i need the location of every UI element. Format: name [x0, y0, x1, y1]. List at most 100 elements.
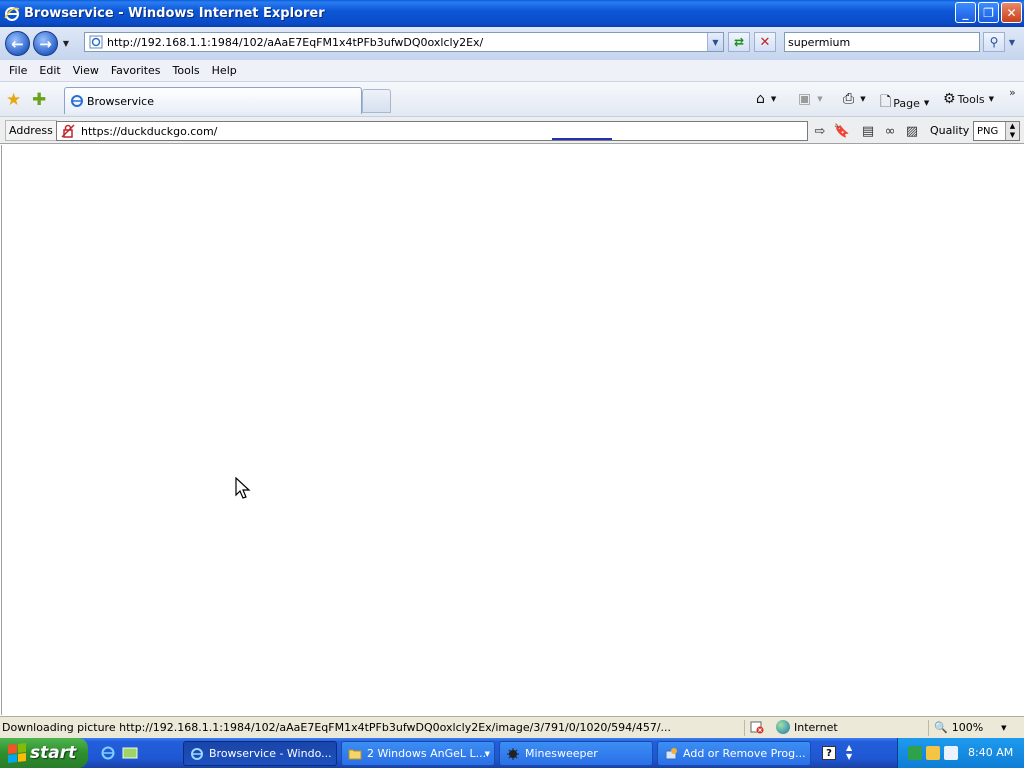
- security-zone[interactable]: Internet: [750, 720, 838, 734]
- forward-button[interactable]: →: [33, 31, 58, 56]
- more-commands-chevron-icon[interactable]: »: [1009, 86, 1016, 99]
- find-button[interactable]: ∞: [881, 122, 899, 140]
- menu-bar: File Edit View Favorites Tools Help: [0, 60, 1024, 82]
- search-input-value[interactable]: supermium: [788, 36, 850, 49]
- tab-ie-icon: [71, 95, 83, 107]
- menu-edit[interactable]: Edit: [33, 64, 66, 77]
- gear-icon: ⚙: [943, 91, 956, 107]
- start-button[interactable]: start: [0, 738, 88, 768]
- title-bar[interactable]: Browservice - Windows Internet Explorer …: [0, 0, 1024, 27]
- new-tab-button[interactable]: [362, 89, 391, 113]
- search-icon: ⚲: [989, 35, 999, 49]
- task-browservice[interactable]: Browservice - Windo...: [183, 741, 337, 766]
- favorites-star-icon[interactable]: ★: [6, 90, 21, 110]
- add-remove-programs-icon: [665, 747, 677, 759]
- task-minesweeper[interactable]: Minesweeper: [499, 741, 653, 766]
- tools-menu-button[interactable]: ⚙ Tools ▼: [943, 91, 994, 107]
- taskbar-clock[interactable]: 8:40 AM: [968, 746, 1013, 759]
- forward-arrow-icon: →: [39, 34, 52, 53]
- minesweeper-mine-icon: [507, 747, 519, 760]
- folder-icon: [348, 749, 362, 759]
- quicklaunch-ie-icon[interactable]: [100, 745, 116, 761]
- stop-button[interactable]: ✕: [754, 32, 776, 52]
- bookmarks-book-icon: ▤: [861, 123, 875, 139]
- go-arrow-icon: ⇨: [814, 123, 826, 139]
- add-favorite-icon[interactable]: ✚: [32, 90, 46, 110]
- protected-mode-off-icon: [750, 721, 764, 734]
- quality-select[interactable]: PNG ▲ ▼: [973, 121, 1020, 141]
- insecure-lock-icon: [61, 124, 75, 138]
- status-text: Downloading picture http://192.168.1.1:1…: [2, 721, 672, 734]
- feeds-button[interactable]: ▣ ▼: [798, 91, 823, 107]
- back-button[interactable]: ←: [5, 31, 30, 56]
- bookmark-button[interactable]: 🔖: [833, 122, 851, 140]
- help-icon[interactable]: ?: [822, 746, 836, 760]
- page-icon: 🗋: [880, 94, 892, 110]
- status-divider: [744, 720, 745, 736]
- tray-network-icon[interactable]: [908, 746, 922, 760]
- restore-button[interactable]: ❐: [978, 2, 999, 23]
- binoculars-icon: ∞: [884, 123, 896, 139]
- ie-logo-icon: [4, 6, 20, 21]
- task-label: Browservice - Windo...: [209, 747, 332, 760]
- close-button[interactable]: ✕: [1001, 2, 1022, 23]
- tray-volume-icon[interactable]: [926, 746, 940, 760]
- home-dropdown-icon[interactable]: ▼: [771, 95, 776, 103]
- menu-tools[interactable]: Tools: [167, 64, 206, 77]
- window-title: Browservice - Windows Internet Explorer: [24, 6, 325, 21]
- quality-label: Quality: [930, 124, 970, 137]
- browservice-address-value[interactable]: https://duckduckgo.com/: [81, 125, 217, 138]
- zoom-control[interactable]: 🔍 100% ▼: [934, 721, 1007, 734]
- ie-address-bar[interactable]: http://192.168.1.1:1984/102/aAaE7EqFM1x4…: [84, 32, 724, 52]
- tray-scroll-arrows-icon[interactable]: ▲ ▼: [846, 743, 852, 761]
- navigation-bar: ← → ▼ http://192.168.1.1:1984/102/aAaE7E…: [0, 27, 1024, 60]
- ie-address-text[interactable]: http://192.168.1.1:1984/102/aAaE7EqFM1x4…: [107, 36, 483, 49]
- start-label: start: [30, 743, 77, 763]
- task-label: Add or Remove Prog...: [683, 747, 806, 760]
- clipboard-button[interactable]: ▨: [903, 122, 921, 140]
- tab-label: Browservice: [87, 94, 154, 108]
- print-dropdown-icon[interactable]: ▼: [860, 95, 865, 103]
- page-menu-button[interactable]: 🗋 Page ▼: [880, 91, 929, 115]
- bookmarks-list-button[interactable]: ▤: [859, 122, 877, 140]
- bookmark-icon: 🔖: [833, 123, 851, 139]
- page-content-area[interactable]: [1, 145, 1022, 715]
- address-dropdown-button[interactable]: ▼: [707, 33, 723, 51]
- quicklaunch-show-desktop-icon[interactable]: [122, 745, 138, 761]
- tray-security-icon[interactable]: [944, 746, 958, 760]
- print-button[interactable]: ⎙ ▼: [843, 91, 866, 107]
- search-button[interactable]: ⚲: [983, 32, 1005, 52]
- refresh-button[interactable]: ⇄: [728, 32, 750, 52]
- history-dropdown-button[interactable]: ▼: [60, 39, 72, 48]
- window-controls: _ ❐ ✕: [955, 2, 1022, 23]
- menu-favorites[interactable]: Favorites: [105, 64, 167, 77]
- address-label: Address: [5, 119, 57, 141]
- zoom-level: 100%: [951, 721, 984, 734]
- menu-help[interactable]: Help: [206, 64, 243, 77]
- ie-page-icon: [89, 35, 103, 49]
- quality-spinner[interactable]: ▲ ▼: [1005, 122, 1019, 140]
- rss-feed-icon: ▣: [798, 91, 812, 107]
- menu-view[interactable]: View: [67, 64, 105, 77]
- browservice-address-field[interactable]: https://duckduckgo.com/: [56, 121, 808, 141]
- tab-browservice[interactable]: Browservice: [64, 87, 362, 114]
- search-options-dropdown[interactable]: ▼: [1006, 32, 1018, 52]
- task-add-remove-programs[interactable]: Add or Remove Prog...: [657, 741, 811, 766]
- status-bar: Downloading picture http://192.168.1.1:1…: [0, 716, 1024, 738]
- search-input[interactable]: supermium: [784, 32, 980, 52]
- back-arrow-icon: ←: [11, 34, 24, 53]
- feeds-dropdown-icon[interactable]: ▼: [817, 95, 822, 103]
- home-button[interactable]: ⌂ ▼: [756, 91, 776, 107]
- page-menu-label: Page: [893, 96, 920, 110]
- tab-command-bar: ★ ✚ Browservice ⌂ ▼ ▣ ▼ ⎙ ▼ 🗋 Page ▼ ⚙ Tools…: [0, 82, 1024, 117]
- mouse-cursor-icon: [235, 477, 251, 499]
- task-group-windows-explorer[interactable]: 2 Windows AnGeL L... ▼: [341, 741, 495, 766]
- magnifier-icon: 🔍: [934, 721, 948, 734]
- quality-value[interactable]: PNG: [977, 126, 998, 137]
- go-button[interactable]: ⇨: [811, 122, 829, 140]
- menu-file[interactable]: File: [3, 64, 33, 77]
- clipboard-icon: ▨: [905, 123, 919, 139]
- tools-dropdown-icon: ▼: [988, 95, 995, 103]
- internet-zone-globe-icon: [776, 720, 790, 734]
- minimize-button[interactable]: _: [955, 2, 976, 23]
